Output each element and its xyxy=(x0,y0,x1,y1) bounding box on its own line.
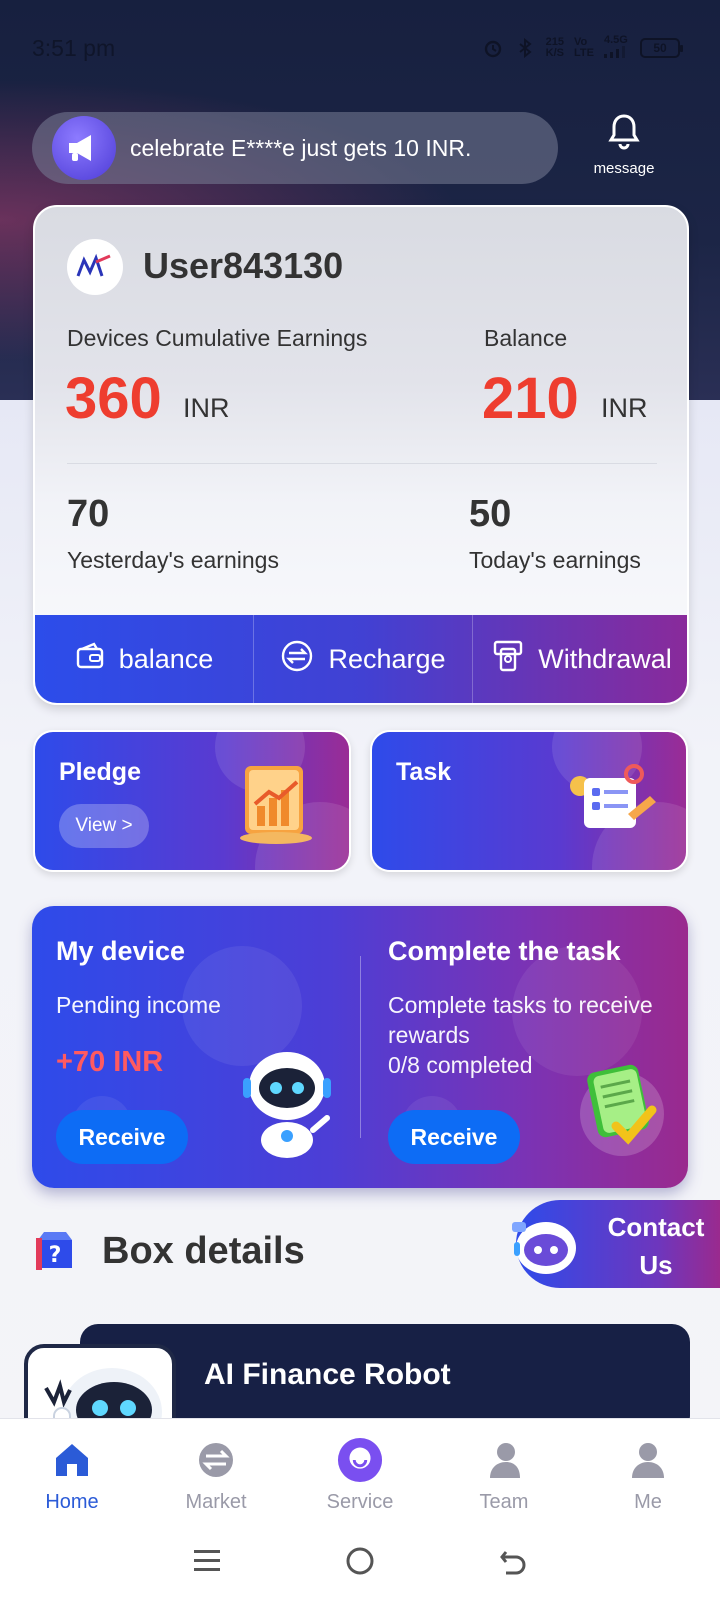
pledge-tile[interactable]: Pledge View > xyxy=(33,730,351,872)
card-divider xyxy=(67,463,657,464)
nav-service[interactable]: Service xyxy=(288,1419,432,1526)
back-icon[interactable] xyxy=(498,1546,528,1581)
megaphone-icon xyxy=(52,116,116,180)
bluetooth-icon xyxy=(514,37,536,59)
message-button[interactable]: message xyxy=(586,112,662,180)
username: User843130 xyxy=(143,245,344,286)
bottom-nav: Home Market Service Team Me xyxy=(0,1418,720,1526)
nav-home[interactable]: Home xyxy=(0,1419,144,1526)
cumulative-label: Devices Cumulative Earnings xyxy=(67,325,368,351)
task-list-icon xyxy=(568,762,660,847)
recharge-button-label: Recharge xyxy=(328,643,446,674)
nav-team-label: Team xyxy=(479,1491,529,1513)
cumulative-value: 360 xyxy=(65,366,162,431)
network-type: 4.5G xyxy=(604,35,630,61)
exchange-icon xyxy=(193,1437,239,1483)
today-label: Today's earnings xyxy=(469,547,641,573)
svg-text:?: ? xyxy=(49,1243,62,1268)
nav-market-label: Market xyxy=(185,1491,247,1513)
device-receive-button[interactable]: Receive xyxy=(56,1110,188,1164)
product-name: AI Finance Robot xyxy=(204,1358,451,1391)
device-card-divider xyxy=(360,956,361,1138)
balance-button-label: balance xyxy=(118,643,214,674)
balance-unit: INR xyxy=(601,393,648,423)
nav-home-label: Home xyxy=(45,1491,99,1513)
bell-icon xyxy=(606,112,642,154)
nav-market[interactable]: Market xyxy=(144,1419,288,1526)
recharge-button[interactable]: Recharge xyxy=(254,615,473,703)
home-icon xyxy=(49,1437,95,1483)
action-row: balance Recharge Withdrawal xyxy=(35,615,687,703)
menu-icon[interactable] xyxy=(192,1547,222,1580)
nav-me-label: Me xyxy=(634,1491,662,1513)
message-label: message xyxy=(593,160,655,177)
complete-task-title: Complete the task xyxy=(388,936,621,966)
exchange-icon xyxy=(280,639,314,680)
user-card: User843130 Devices Cumulative Earnings 3… xyxy=(33,205,689,705)
contact-us-label: Contact Us xyxy=(607,1212,705,1280)
task-receive-button[interactable]: Receive xyxy=(388,1110,520,1164)
withdrawal-button-label: Withdrawal xyxy=(538,643,672,674)
robot-icon xyxy=(237,1044,337,1165)
box-details-header: ? Box details xyxy=(34,1228,305,1275)
box-details-title: Box details xyxy=(102,1230,305,1272)
service-icon xyxy=(337,1437,383,1483)
team-icon xyxy=(481,1437,527,1483)
help-box-icon: ? xyxy=(34,1228,76,1275)
home-circle-icon[interactable] xyxy=(345,1546,375,1581)
contact-us-button[interactable]: Contact Us xyxy=(512,1200,720,1288)
task-title: Task xyxy=(396,758,452,786)
pledge-title: Pledge xyxy=(59,758,141,786)
avatar[interactable] xyxy=(67,239,123,295)
nav-me[interactable]: Me xyxy=(576,1419,720,1526)
pending-income-label: Pending income xyxy=(56,992,221,1018)
cumulative-unit: INR xyxy=(183,393,230,423)
my-device-title: My device xyxy=(56,936,186,966)
today-value: 50 xyxy=(469,493,512,535)
task-tile[interactable]: Task xyxy=(370,730,688,872)
wallet-icon xyxy=(75,641,105,677)
battery-icon: 50 xyxy=(640,38,683,58)
alarm-icon xyxy=(482,37,504,59)
nav-team[interactable]: Team xyxy=(432,1419,576,1526)
task-progress: 0/8 completed xyxy=(388,1052,533,1078)
atm-icon xyxy=(492,639,524,680)
balance-label: Balance xyxy=(484,325,568,351)
withdrawal-button[interactable]: Withdrawal xyxy=(473,615,687,703)
status-icons: 215 K/S Vo LTE 4.5G 50 xyxy=(482,35,683,61)
complete-task-desc: Complete tasks to receive rewards xyxy=(388,992,653,1048)
checklist-icon xyxy=(576,1056,666,1165)
volte-indicator: Vo LTE xyxy=(574,36,594,59)
status-time: 3:51 pm xyxy=(32,34,116,61)
yesterday-label: Yesterday's earnings xyxy=(67,547,279,573)
profile-icon xyxy=(625,1437,671,1483)
status-bar: 3:51 pm 215 K/S Vo LTE 4.5G 50 xyxy=(32,30,683,66)
device-card: My device Pending income +70 INR Receive… xyxy=(32,906,688,1188)
net-speed: 215 K/S xyxy=(545,36,565,59)
nav-service-label: Service xyxy=(326,1491,394,1513)
notice-banner[interactable]: celebrate E****e just gets 10 INR. xyxy=(32,112,558,184)
balance-value: 210 xyxy=(482,366,579,431)
yesterday-value: 70 xyxy=(67,493,110,535)
system-nav-bar xyxy=(0,1526,720,1600)
pending-income-amount: +70 INR xyxy=(56,1046,164,1078)
balance-button[interactable]: balance xyxy=(35,615,254,703)
notice-text: celebrate E****e just gets 10 INR. xyxy=(130,134,472,161)
pledge-view-button[interactable]: View > xyxy=(59,804,149,848)
support-robot-icon xyxy=(506,1206,584,1284)
growth-chart-icon xyxy=(231,758,321,853)
